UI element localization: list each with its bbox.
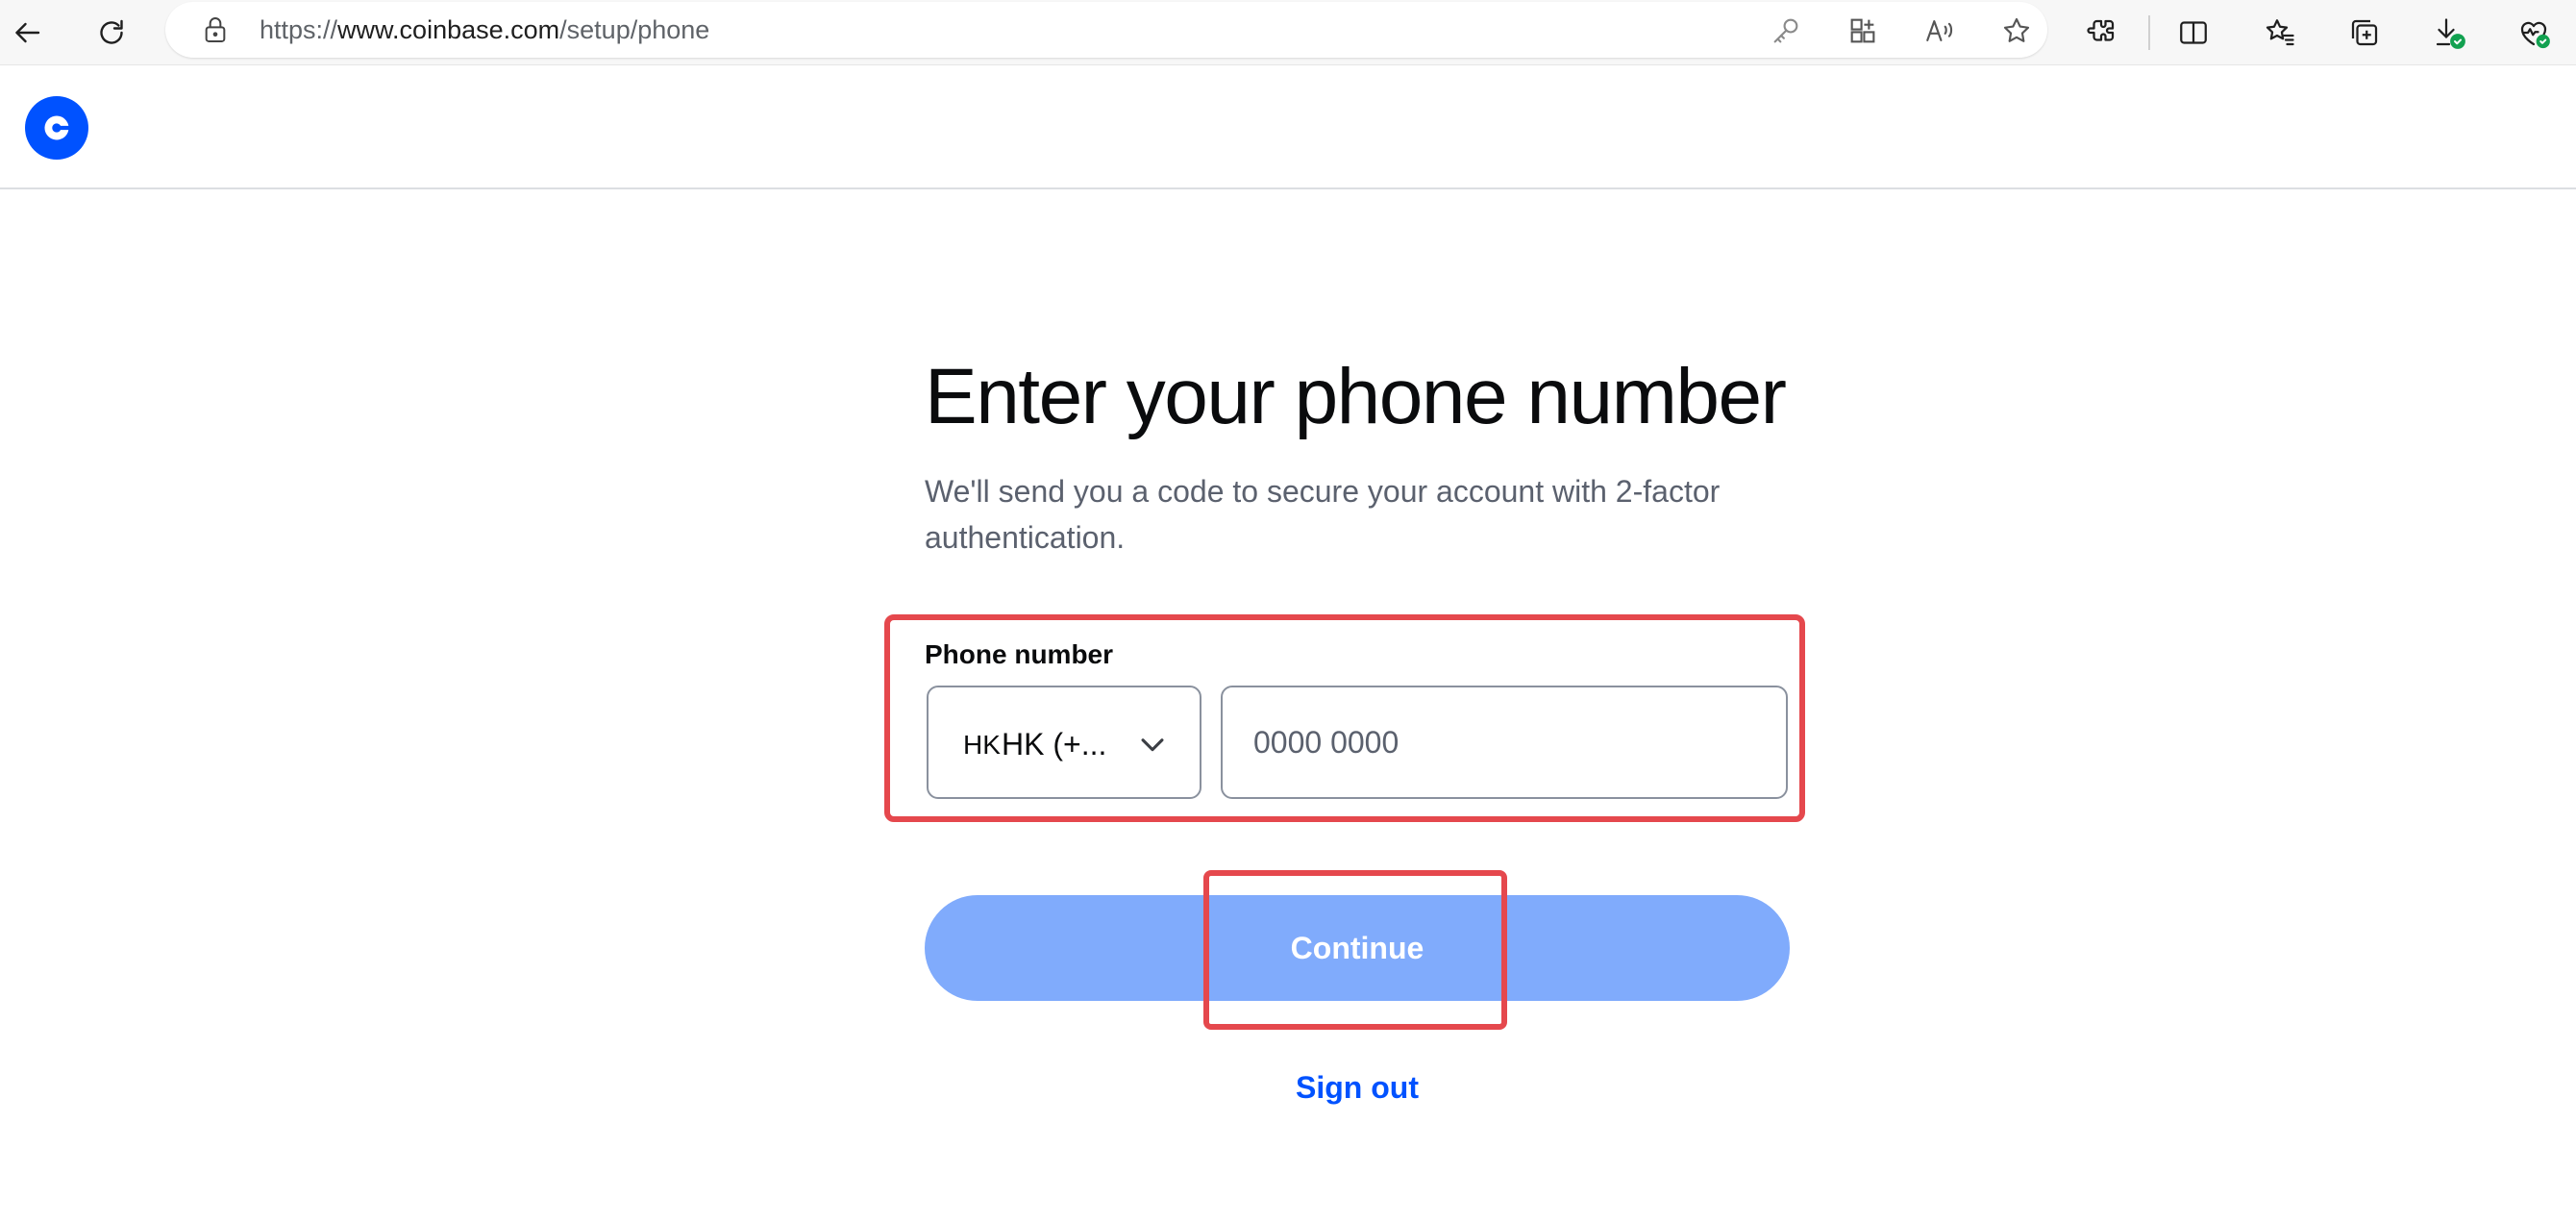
url-scheme: https://: [260, 15, 338, 44]
favorites-list-icon: [2266, 19, 2294, 46]
url-host: www.coinbase.com: [337, 15, 560, 44]
chevron-down-icon: [1141, 738, 1164, 752]
browser-essentials-button[interactable]: [2507, 6, 2561, 60]
key-icon: [1773, 18, 1798, 43]
app-available-button[interactable]: [1844, 12, 1882, 50]
refresh-button[interactable]: [85, 6, 138, 60]
toolbar-separator: [2148, 15, 2150, 50]
download-icon: [2436, 18, 2465, 49]
favorites-button[interactable]: [2253, 6, 2307, 60]
split-screen-button[interactable]: [2167, 6, 2220, 60]
continue-button[interactable]: Continue: [925, 895, 1790, 1001]
downloads-button[interactable]: [2422, 6, 2476, 60]
page-title: Enter your phone number: [925, 353, 1787, 440]
phone-number-input[interactable]: [1221, 686, 1788, 799]
coinbase-logo[interactable]: [25, 96, 88, 160]
url-text[interactable]: https://www.coinbase.com/setup/phone: [260, 13, 709, 46]
refresh-icon: [100, 19, 123, 44]
extensions-button[interactable]: [2074, 6, 2128, 60]
phone-number-label: Phone number: [925, 639, 1114, 669]
extensions-icon: [2087, 19, 2115, 41]
password-key-button[interactable]: [1767, 12, 1805, 50]
page-subtitle: We'll send you a code to secure your acc…: [925, 474, 1721, 555]
sign-out-link[interactable]: Sign out: [925, 1068, 1790, 1107]
country-flag: HK: [963, 730, 1001, 760]
country-code-select[interactable]: HK HK (+...: [927, 686, 1201, 799]
add-favorite-button[interactable]: [1997, 12, 2036, 50]
back-button[interactable]: [0, 6, 54, 60]
browser-toolbar: https://www.coinbase.com/setup/phone: [0, 0, 2576, 65]
url-path: /setup/phone: [559, 15, 710, 44]
country-code-value: HK (+...: [1002, 727, 1107, 761]
read-aloud-icon: [1926, 20, 1953, 41]
site-header: [0, 65, 2576, 189]
app-grid-icon: [1850, 18, 1875, 43]
collections-button[interactable]: [2338, 6, 2391, 60]
collections-icon: [2351, 19, 2378, 46]
browser-health-icon: [2520, 21, 2550, 49]
back-arrow-icon: [15, 22, 40, 43]
favorite-star-icon: [2003, 17, 2030, 42]
address-bar[interactable]: https://www.coinbase.com/setup/phone: [165, 2, 2047, 58]
read-aloud-button[interactable]: [1920, 12, 1959, 50]
split-screen-icon: [2180, 21, 2207, 44]
lock-icon[interactable]: [200, 13, 231, 46]
